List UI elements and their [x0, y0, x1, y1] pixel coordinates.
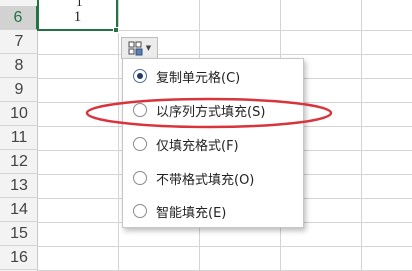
column-gridline [118, 0, 119, 271]
row-header-16[interactable]: 16 [0, 246, 38, 270]
radio-button-checked[interactable] [133, 69, 147, 83]
row-header-15[interactable]: 15 [0, 222, 38, 246]
menu-item-label: 以序列方式填充(S) [156, 105, 266, 120]
autofill-options-menu: 复制单元格(C) 以序列方式填充(S) 仅填充格式(F) 不带格式填充(O) 智… [122, 58, 304, 228]
chevron-down-icon: ▼ [145, 44, 152, 52]
menu-item-fill-formatting-only[interactable]: 仅填充格式(F) [123, 129, 303, 159]
menu-item-label: 仅填充格式(F) [156, 139, 239, 154]
menu-item-label: 复制单元格(C) [156, 71, 241, 86]
row-header-13[interactable]: 13 [0, 174, 38, 198]
menu-item-fill-series[interactable]: 以序列方式填充(S) [123, 95, 303, 125]
menu-item-fill-without-formatting[interactable]: 不带格式填充(O) [123, 163, 303, 193]
menu-item-label: 不带格式填充(O) [156, 173, 255, 188]
row-gridline [38, 54, 412, 55]
row-header-11[interactable]: 11 [0, 126, 38, 150]
row-header-8[interactable]: 8 [0, 54, 38, 78]
radio-button[interactable] [133, 137, 147, 151]
radio-button[interactable] [133, 171, 147, 185]
row-header-14[interactable]: 14 [0, 198, 38, 222]
row-header-9[interactable]: 9 [0, 78, 38, 102]
radio-button[interactable] [133, 103, 147, 117]
menu-item-label: 智能填充(E) [156, 206, 227, 221]
autofill-options-button[interactable]: ▼ [121, 37, 158, 59]
active-cell-value[interactable]: 1 [39, 5, 116, 29]
fill-handle[interactable] [113, 27, 119, 33]
radio-button[interactable] [133, 204, 147, 218]
menu-item-flash-fill[interactable]: 智能填充(E) [123, 196, 303, 226]
row-header-7[interactable]: 7 [0, 30, 38, 54]
paste-options-icon [128, 41, 143, 55]
row-header-column: 6 7 8 9 10 11 12 13 14 15 16 [0, 0, 38, 271]
row-header-12[interactable]: 12 [0, 150, 38, 174]
row-header-10[interactable]: 10 [0, 102, 38, 126]
row-gridline [38, 246, 412, 247]
row-header-6[interactable]: 6 [0, 6, 38, 30]
spreadsheet-grid[interactable]: 6 7 8 9 10 11 12 13 14 15 16 1 1 ▼ 复制单元格… [0, 0, 412, 271]
column-gridline [361, 0, 362, 271]
menu-item-copy-cells[interactable]: 复制单元格(C) [123, 61, 303, 91]
